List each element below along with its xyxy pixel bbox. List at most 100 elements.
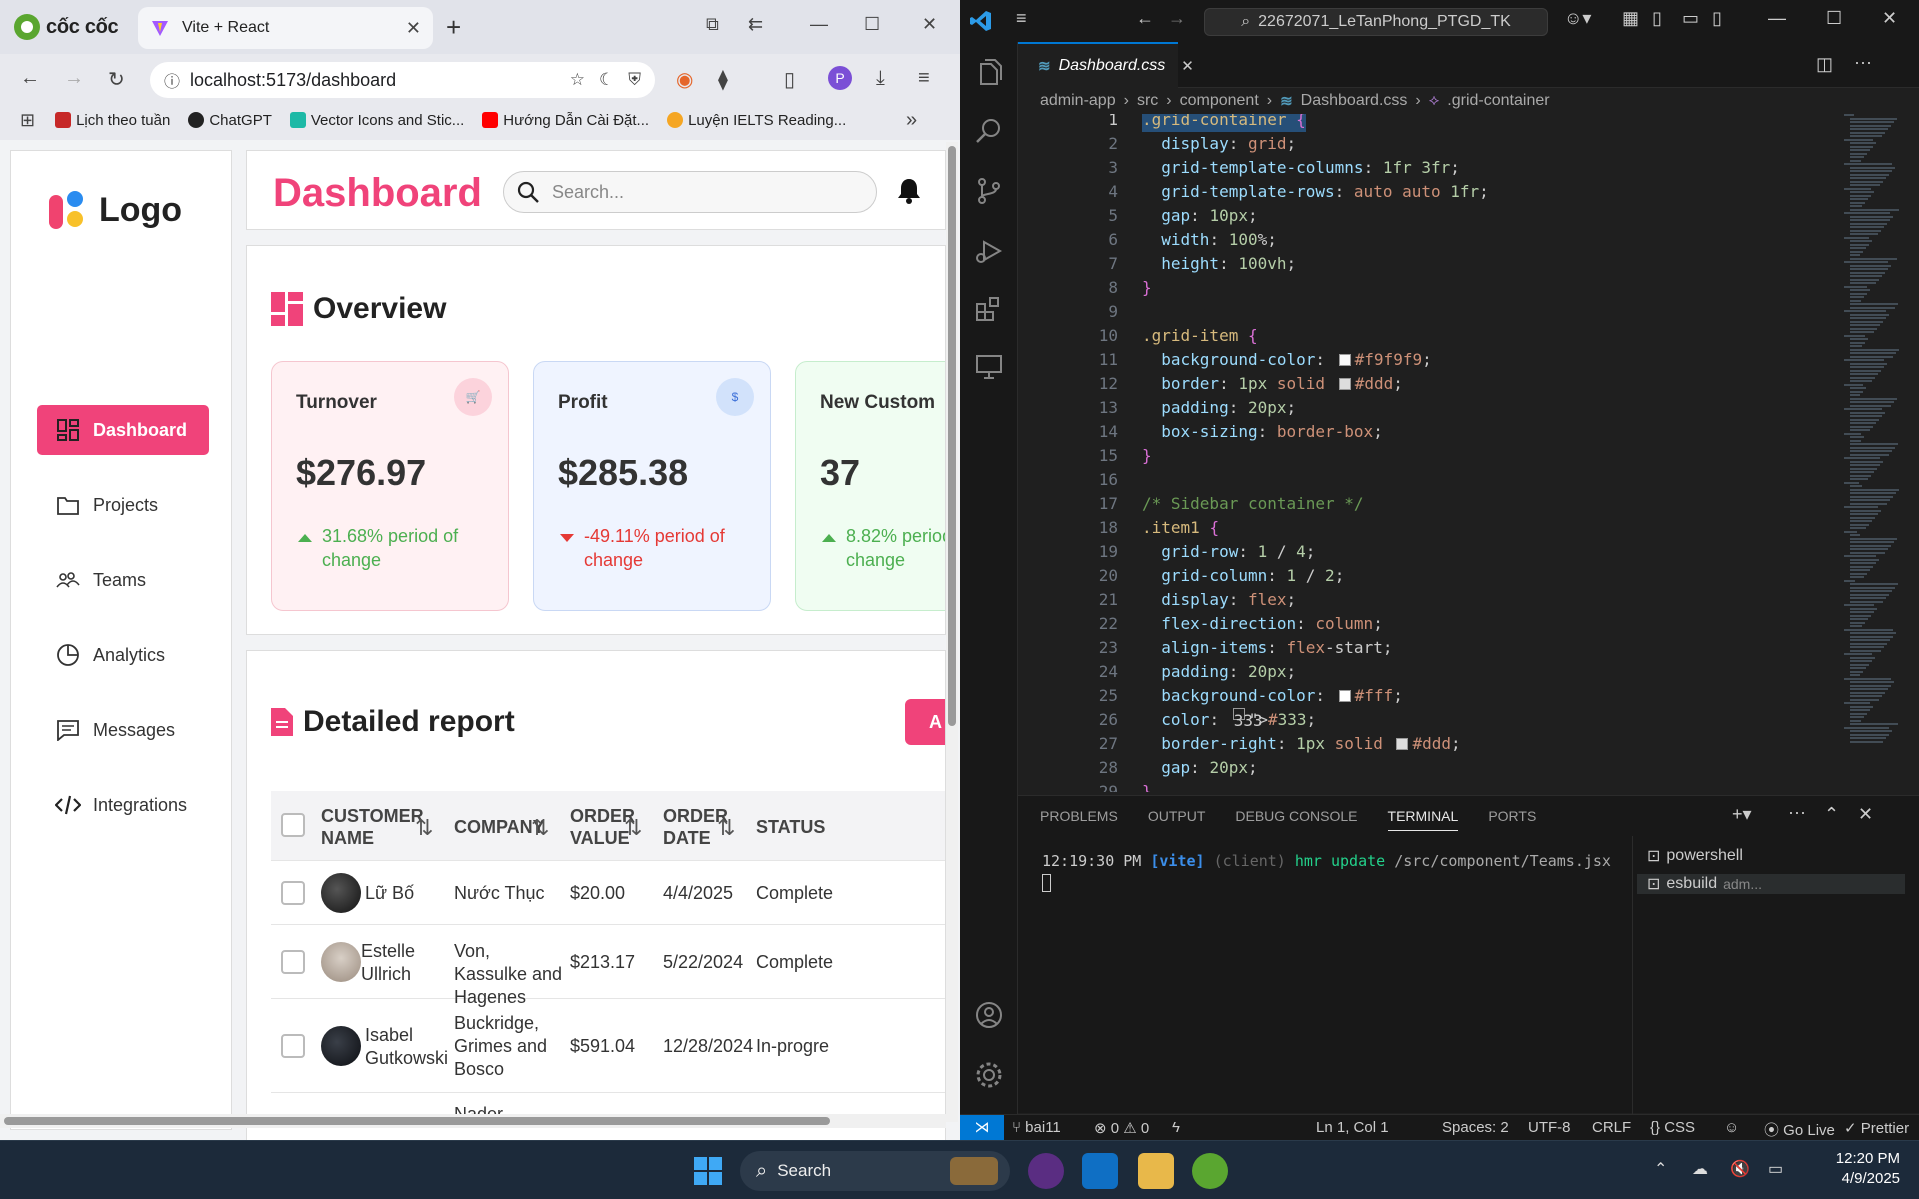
select-all-checkbox[interactable] — [281, 813, 305, 837]
toggle-secondary-sidebar-icon[interactable]: ▯ — [1712, 8, 1722, 29]
more-actions-icon[interactable]: ··· — [1854, 52, 1872, 73]
sidebar-item-projects[interactable]: Projects — [37, 480, 209, 530]
tab-problems[interactable]: PROBLEMS — [1040, 808, 1118, 824]
copilot-status-icon[interactable]: ☺ — [1724, 1119, 1739, 1136]
code-line[interactable]: box-sizing: border-box; — [1142, 420, 1383, 444]
bookmark-item[interactable]: Hướng Dẫn Cài Đặt... — [482, 112, 649, 129]
search-input[interactable]: Search... — [503, 171, 877, 213]
minimize-button[interactable]: — — [1768, 8, 1786, 29]
screen-capture-icon[interactable]: ⧉ — [706, 14, 719, 35]
sidebar-toggle-icon[interactable]: ▯ — [784, 67, 795, 92]
browser-tab[interactable]: Vite + React ✕ — [138, 7, 433, 49]
breadcrumb-item[interactable]: .grid-container — [1447, 92, 1549, 110]
profile-avatar[interactable]: P — [828, 66, 852, 90]
menu-icon[interactable]: ≡ — [1016, 8, 1027, 29]
explorer-icon[interactable] — [974, 58, 1004, 88]
gear-icon[interactable] — [974, 1060, 1004, 1090]
code-line[interactable]: .item1 { — [1142, 516, 1219, 540]
code-editor[interactable]: 1 2 3 4 5 6 7 8 9 10 11 12 13 14 15 16 17 18 19 20 21 22 23 24 2… — [1018, 114, 1919, 792]
site-info-icon[interactable]: ⓘ — [164, 68, 180, 92]
volume-icon[interactable]: 🔇 — [1730, 1159, 1750, 1179]
header-order-date[interactable]: ORDER DATE — [663, 805, 728, 849]
code-line[interactable]: grid-template-rows: auto auto 1fr; — [1142, 180, 1489, 204]
problems-indicator[interactable]: ⊗ 0 ⚠ 0 — [1094, 1119, 1149, 1137]
bookmark-item[interactable]: Lịch theo tuần — [55, 112, 170, 129]
encoding[interactable]: UTF-8 — [1528, 1119, 1571, 1136]
maximize-button[interactable]: ☐ — [864, 14, 880, 35]
taskbar-search[interactable]: ⌕ Search — [740, 1151, 1010, 1191]
coccoc-extension-icon[interactable]: ◉ — [676, 67, 693, 92]
code-line[interactable]: display: grid; — [1142, 132, 1296, 156]
code-line[interactable]: border-right: 1px solid #ddd; — [1142, 732, 1460, 756]
tab-output[interactable]: OUTPUT — [1148, 808, 1206, 824]
forward-arrow-icon[interactable]: → — [1168, 8, 1186, 29]
address-bar[interactable]: ⓘ localhost:5173/dashboard ☆ ☾ ⛨ — [150, 62, 655, 98]
more-bookmarks-icon[interactable]: » — [906, 109, 917, 132]
tab-terminal[interactable]: TERMINAL — [1387, 808, 1459, 831]
split-editor-icon[interactable]: ◫ — [1816, 54, 1833, 75]
file-explorer-icon[interactable] — [1138, 1153, 1174, 1189]
close-tab-icon[interactable]: ✕ — [406, 18, 421, 39]
tab-debug-console[interactable]: DEBUG CONSOLE — [1235, 808, 1357, 824]
new-terminal-icon[interactable]: +▾ — [1732, 804, 1752, 825]
code-line[interactable]: border: 1px solid #ddd; — [1142, 372, 1403, 396]
breadcrumb-item[interactable]: Dashboard.css — [1301, 92, 1408, 110]
github-desktop-icon[interactable] — [1028, 1153, 1064, 1189]
onedrive-icon[interactable]: ☁ — [1692, 1159, 1708, 1179]
code-line[interactable]: width: 100%; — [1142, 228, 1277, 252]
lightning-icon[interactable]: ϟ — [1172, 1119, 1180, 1136]
source-control-icon[interactable] — [974, 176, 1004, 206]
code-line[interactable]: padding: 20px; — [1142, 396, 1296, 420]
language-mode[interactable]: {} CSS — [1650, 1119, 1695, 1136]
sidebar-item-integrations[interactable]: Integrations — [37, 780, 209, 830]
row-checkbox[interactable] — [281, 950, 305, 974]
breadcrumb-item[interactable]: component — [1180, 92, 1259, 110]
sidebar-item-messages[interactable]: Messages — [37, 705, 209, 755]
code-line[interactable]: background-color: #f9f9f9; — [1142, 348, 1431, 372]
download-icon[interactable]: ⤓ — [876, 67, 885, 90]
back-arrow-icon[interactable]: ← — [1136, 8, 1154, 29]
minimap[interactable] — [1844, 114, 1914, 792]
bookmark-item[interactable]: ChatGPT — [188, 112, 272, 129]
battery-icon[interactable]: ▭ — [1768, 1159, 1783, 1179]
breadcrumb-item[interactable]: src — [1137, 92, 1158, 110]
code-line[interactable]: color: 333">#333; — [1142, 708, 1316, 732]
tab-ports[interactable]: PORTS — [1488, 808, 1536, 824]
row-checkbox[interactable] — [281, 881, 305, 905]
header-status[interactable]: STATUS — [756, 816, 825, 838]
sort-icon[interactable]: ⇅ — [624, 815, 642, 841]
breadcrumb-item[interactable]: admin-app — [1040, 92, 1116, 110]
menu-icon[interactable]: ≡ — [918, 67, 930, 90]
cursor-position[interactable]: Ln 1, Col 1 — [1316, 1119, 1389, 1136]
close-panel-icon[interactable]: ✕ — [1858, 804, 1873, 825]
code-line[interactable]: } — [1142, 780, 1152, 792]
code-line[interactable]: .grid-item { — [1142, 324, 1258, 348]
add-button[interactable]: A — [905, 699, 945, 745]
reload-button[interactable]: ↻ — [108, 67, 125, 92]
apps-grid-icon[interactable]: ⊞ — [20, 110, 35, 131]
code-line[interactable]: gap: 10px; — [1142, 204, 1257, 228]
code-line[interactable]: display: flex; — [1142, 588, 1296, 612]
maximize-panel-icon[interactable]: ⌃ — [1824, 804, 1839, 825]
run-debug-icon[interactable] — [974, 236, 1004, 266]
header-order-value[interactable]: ORDER VALUE — [570, 805, 635, 849]
forward-button[interactable]: → — [64, 67, 84, 90]
prettier-button[interactable]: ✓ Prettier — [1844, 1119, 1909, 1137]
table-row[interactable]: Estelle Ullrich Von, Kassulke and Hagene… — [271, 925, 945, 1007]
back-arrow-icon[interactable]: ⇇ — [748, 14, 763, 35]
code-line[interactable]: grid-row: 1 / 4; — [1142, 540, 1315, 564]
sort-icon[interactable]: ⇅ — [415, 815, 433, 841]
code-line[interactable]: } — [1142, 276, 1152, 300]
bell-icon[interactable] — [897, 177, 921, 205]
coccoc-taskbar-icon[interactable] — [1192, 1153, 1228, 1189]
table-row[interactable]: Lữ Bố Nước Thục $20.00 4/4/2025 Complete — [271, 861, 945, 925]
horizontal-scrollbar[interactable] — [0, 1114, 946, 1128]
sidebar-item-teams[interactable]: Teams — [37, 555, 209, 605]
code-line[interactable]: grid-column: 1 / 2; — [1142, 564, 1344, 588]
sort-icon[interactable]: ⇅ — [531, 815, 549, 841]
code-line[interactable]: align-items: flex-start; — [1142, 636, 1392, 660]
terminal-item-powershell[interactable]: ⊡ powershell — [1647, 846, 1743, 866]
table-row[interactable]: Isabel Gutkowski Buckridge, Grimes and B… — [271, 999, 945, 1093]
code-line[interactable]: .grid-container { — [1142, 114, 1306, 132]
bookmark-item[interactable]: Luyện IELTS Reading... — [667, 112, 846, 129]
